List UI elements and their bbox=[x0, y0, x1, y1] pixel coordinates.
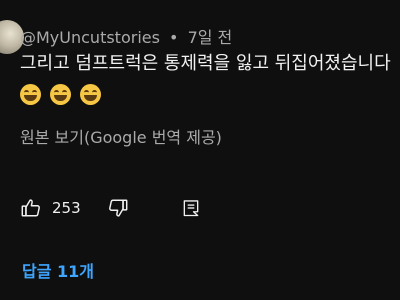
comment-header: @MyUncutstories • 7일 전 bbox=[20, 24, 232, 48]
thumbs-up-icon bbox=[21, 199, 40, 217]
grinning-squinting-face-icon bbox=[50, 84, 72, 105]
comment-text: 그리고 덤프트럭은 통제력을 잃고 뒤집어졌습니다 bbox=[20, 53, 391, 74]
separator-dot: • bbox=[169, 28, 179, 47]
author-handle[interactable]: @MyUncutstories bbox=[20, 28, 160, 47]
comment-actions: 253 bbox=[20, 196, 201, 220]
like-count: 253 bbox=[52, 199, 81, 217]
reply-icon bbox=[183, 200, 198, 217]
view-original-link[interactable]: 원본 보기(Google 번역 제공) bbox=[20, 124, 222, 148]
thumbs-down-icon bbox=[108, 199, 128, 217]
view-replies-button[interactable]: 답글 11개 bbox=[22, 258, 94, 282]
grinning-squinting-face-icon bbox=[80, 84, 102, 105]
emoji-row bbox=[20, 82, 103, 106]
reply-button[interactable] bbox=[181, 198, 201, 218]
comment-time[interactable]: 7일 전 bbox=[188, 28, 233, 47]
like-button[interactable]: 253 bbox=[20, 197, 81, 219]
grinning-squinting-face-icon bbox=[20, 84, 41, 105]
dislike-button[interactable] bbox=[107, 197, 129, 219]
